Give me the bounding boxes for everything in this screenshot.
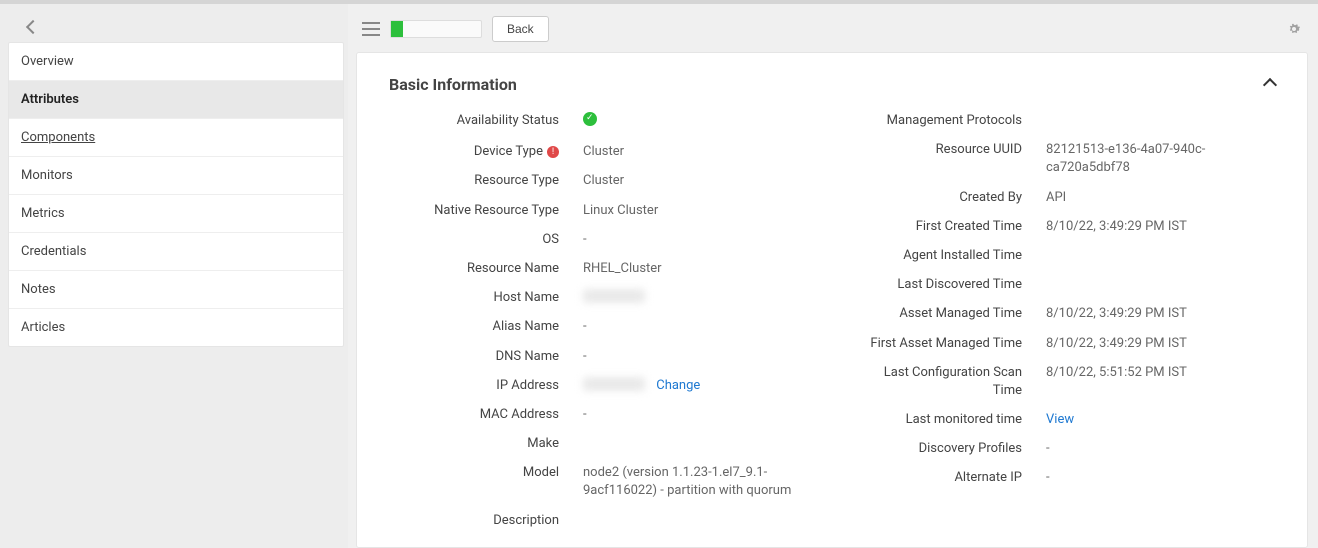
label-created-by: Created By xyxy=(852,189,1032,207)
sidebar-item-overview[interactable]: Overview xyxy=(9,43,343,81)
sidebar-item-metrics[interactable]: Metrics xyxy=(9,195,343,233)
value-native-resource-type: Linux Cluster xyxy=(569,202,812,220)
label-last-monitored-time: Last monitored time xyxy=(852,411,1032,429)
sidebar-item-notes[interactable]: Notes xyxy=(9,271,343,309)
back-button[interactable]: Back xyxy=(492,16,549,42)
value-first-created-time: 8/10/22, 3:49:29 PM IST xyxy=(1032,218,1275,236)
value-resource-name: RHEL_Cluster xyxy=(569,260,812,278)
value-last-monitored-time: View xyxy=(1032,411,1275,429)
left-column: Availability Status Device Type! Cluster… xyxy=(389,112,812,541)
sidebar-item-attributes[interactable]: Attributes xyxy=(9,81,343,119)
basic-info-panel: Basic Information Availability Status De… xyxy=(356,52,1308,548)
label-dns-name: DNS Name xyxy=(389,348,569,366)
status-ok-icon xyxy=(583,112,597,126)
label-mac-address: MAC Address xyxy=(389,406,569,424)
collapse-panel-icon[interactable] xyxy=(1263,77,1277,91)
value-ip-address: hidden Change xyxy=(569,377,812,395)
label-host-name: Host Name xyxy=(389,289,569,307)
label-model: Model xyxy=(389,464,569,482)
value-resource-type: Cluster xyxy=(569,172,812,190)
value-created-by: API xyxy=(1032,189,1275,207)
label-make: Make xyxy=(389,435,569,453)
sidebar-collapse-icon[interactable] xyxy=(26,20,40,34)
label-agent-installed-time: Agent Installed Time xyxy=(852,247,1032,265)
sidebar-item-monitors[interactable]: Monitors xyxy=(9,157,343,195)
value-discovery-profiles: - xyxy=(1032,440,1275,458)
value-alternate-ip: - xyxy=(1032,469,1275,487)
sidebar-menu: Overview Attributes Components Monitors … xyxy=(8,42,344,347)
value-first-asset-managed-time: 8/10/22, 3:49:29 PM IST xyxy=(1032,335,1275,353)
label-native-resource-type: Native Resource Type xyxy=(389,202,569,220)
change-ip-link[interactable]: Change xyxy=(656,378,700,393)
label-os: OS xyxy=(389,231,569,249)
value-dns-name: - xyxy=(569,348,812,366)
label-last-discovered-time: Last Discovered Time xyxy=(852,276,1032,294)
label-first-created-time: First Created Time xyxy=(852,218,1032,236)
label-description: Description xyxy=(389,512,569,530)
value-device-type: Cluster xyxy=(569,143,812,161)
view-last-monitored-link[interactable]: View xyxy=(1046,412,1074,427)
label-resource-uuid: Resource UUID xyxy=(852,141,1032,159)
value-mac-address: - xyxy=(569,406,812,424)
label-management-protocols: Management Protocols xyxy=(852,112,1032,130)
value-host-name: hidden xyxy=(569,289,812,307)
value-resource-uuid: 82121513-e136-4a07-940c-ca720a5dbf78 xyxy=(1032,141,1275,177)
sidebar: Overview Attributes Components Monitors … xyxy=(0,4,348,548)
value-asset-managed-time: 8/10/22, 3:49:29 PM IST xyxy=(1032,305,1275,323)
panel-title: Basic Information xyxy=(389,75,517,94)
label-last-config-scan-time: Last Configuration Scan Time xyxy=(852,364,1032,400)
right-column: Management Protocols Resource UUID 82121… xyxy=(852,112,1275,541)
value-model: node2 (version 1.1.23-1.el7_9.1-9acf1160… xyxy=(569,464,812,500)
main-toolbar: Back xyxy=(356,10,1308,48)
label-alias-name: Alias Name xyxy=(389,318,569,336)
sidebar-item-articles[interactable]: Articles xyxy=(9,309,343,346)
label-availability-status: Availability Status xyxy=(389,112,569,130)
value-os: - xyxy=(569,231,812,249)
hamburger-icon[interactable] xyxy=(362,22,380,36)
label-discovery-profiles: Discovery Profiles xyxy=(852,440,1032,458)
warning-icon: ! xyxy=(547,146,559,158)
sidebar-item-components[interactable]: Components xyxy=(9,119,343,157)
value-last-config-scan-time: 8/10/22, 5:51:52 PM IST xyxy=(1032,364,1275,382)
sidebar-item-credentials[interactable]: Credentials xyxy=(9,233,343,271)
label-first-asset-managed-time: First Asset Managed Time xyxy=(852,335,1032,353)
label-resource-type: Resource Type xyxy=(389,172,569,190)
label-asset-managed-time: Asset Managed Time xyxy=(852,305,1032,323)
label-device-type: Device Type! xyxy=(389,143,569,161)
status-indicator[interactable] xyxy=(390,20,482,38)
gear-icon[interactable] xyxy=(1286,21,1302,37)
label-alternate-ip: Alternate IP xyxy=(852,469,1032,487)
value-alias-name: - xyxy=(569,318,812,336)
label-resource-name: Resource Name xyxy=(389,260,569,278)
label-ip-address: IP Address xyxy=(389,377,569,395)
